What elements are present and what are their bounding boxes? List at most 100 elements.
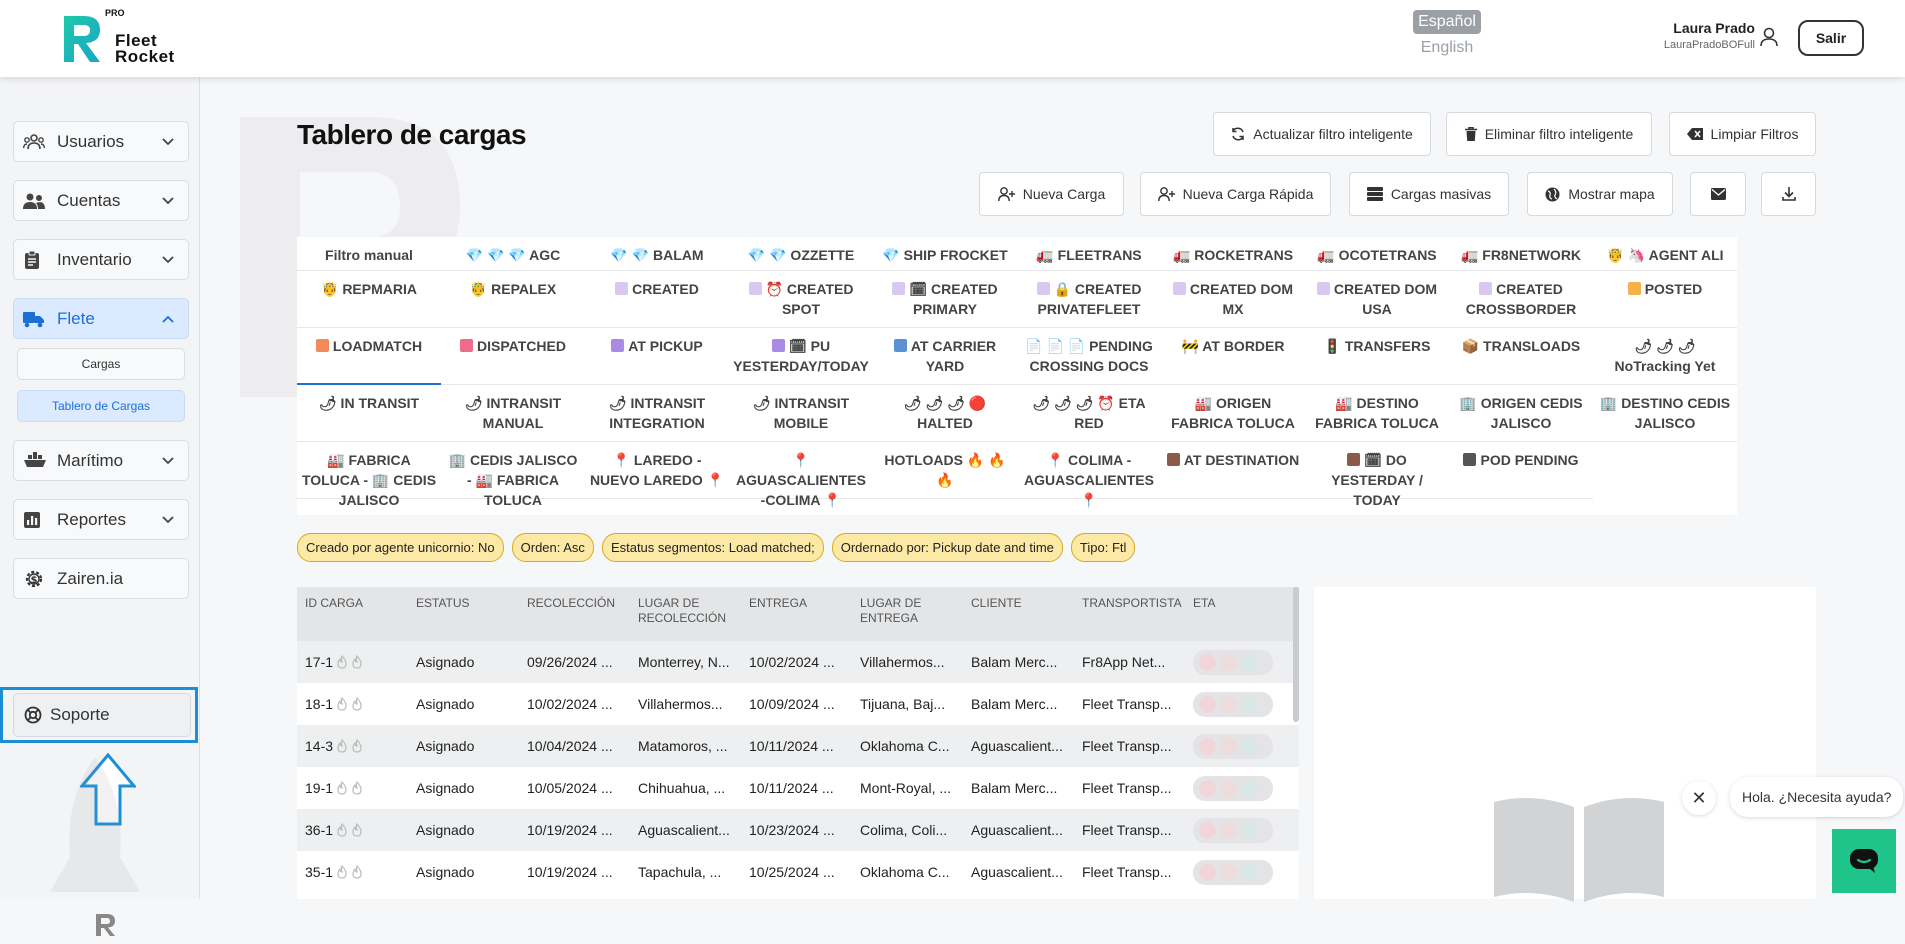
flame-icon[interactable] <box>351 780 363 795</box>
filter-chip[interactable]: 🤴 REPMARIA <box>297 271 441 328</box>
flame-icon[interactable] <box>336 822 348 837</box>
flame-icon[interactable] <box>336 780 348 795</box>
filter-chip[interactable]: 🚦 TRANSFERS <box>1305 328 1449 385</box>
flame-icon[interactable] <box>351 822 363 837</box>
filter-chip[interactable]: CREATED CROSSBORDER <box>1449 271 1593 328</box>
filter-chip[interactable]: CREATED DOM MX <box>1161 271 1305 328</box>
sidebar-item-reportes[interactable]: Reportes <box>13 499 189 540</box>
download-button[interactable] <box>1761 172 1816 216</box>
filter-chip[interactable]: CREATED <box>585 271 729 328</box>
filter-chip[interactable]: 🗓 PU YESTERDAY/TODAY <box>729 328 873 385</box>
filter-chip[interactable]: 🗓 CREATED PRIMARY <box>873 271 1017 328</box>
filter-tag[interactable]: Ordernado por: Pickup date and time <box>831 533 1063 562</box>
sidebar-item-usuarios[interactable]: Usuarios <box>13 121 189 162</box>
filter-chip[interactable]: AT DESTINATION <box>1161 442 1305 499</box>
filter-tag[interactable]: Estatus segmentos: Load matched; <box>601 533 824 562</box>
table-row[interactable]: 36-1 Asignado 10/19/2024 ... Aguascalient..… <box>297 809 1299 851</box>
sidebar-item-flete[interactable]: Flete <box>13 298 189 339</box>
bulk-loads-button[interactable]: Cargas masivas <box>1349 172 1509 216</box>
filter-chip[interactable]: AT CARRIER YARD <box>873 328 1017 385</box>
filter-chip[interactable]: 💎 💎 💎 AGC <box>441 237 585 271</box>
table-row[interactable]: 14-3 Asignado 10/04/2024 ... Matamoros, ...… <box>297 725 1299 767</box>
column-header[interactable]: LUGAR DE RECOLECCIÓN <box>630 587 741 641</box>
fleet-rocket-logo[interactable]: PRO Fleet Rocket <box>60 8 190 68</box>
email-button[interactable] <box>1690 172 1746 216</box>
filter-chip[interactable]: 🚛 FR8NETWORK <box>1449 237 1593 271</box>
column-header[interactable]: RECOLECCIÓN <box>519 587 630 641</box>
refresh-smart-filter-button[interactable]: Actualizar filtro inteligente <box>1213 112 1431 156</box>
sidebar-item-zairen-ia[interactable]: $ Zairen.ia <box>13 558 189 599</box>
filter-chip[interactable]: 🏢 ORIGEN CEDIS JALISCO <box>1449 385 1593 442</box>
column-header[interactable]: LUGAR DE ENTREGA <box>852 587 963 641</box>
column-header[interactable]: ENTREGA <box>741 587 852 641</box>
new-quick-load-button[interactable]: Nueva Carga Rápida <box>1140 172 1331 216</box>
sidebar-item-soporte[interactable]: Soporte <box>13 693 191 737</box>
chat-close-button[interactable]: ✕ <box>1682 781 1716 815</box>
sidebar-item-maritimo[interactable]: Marítimo <box>13 440 189 481</box>
show-map-button[interactable]: Mostrar mapa <box>1527 172 1673 216</box>
chat-greeting-bubble[interactable]: Hola. ¿Necesita ayuda? <box>1730 777 1904 817</box>
table-row[interactable]: 19-1 Asignado 10/05/2024 ... Chihuahua, ...… <box>297 767 1299 809</box>
filter-chip[interactable]: DISPATCHED <box>441 328 585 385</box>
filter-chip[interactable]: POD PENDING <box>1449 442 1593 499</box>
filter-chip[interactable]: 🤴 🦄 AGENT ALI <box>1593 237 1737 271</box>
column-header[interactable]: ID CARGA <box>297 587 408 641</box>
logout-button[interactable]: Salir <box>1798 20 1864 56</box>
flame-icon[interactable] <box>336 738 348 753</box>
filter-chip[interactable]: 🔒 CREATED PRIVATEFLEET <box>1017 271 1161 328</box>
filter-chip[interactable]: 🌶 INTRANSIT MANUAL <box>441 385 585 442</box>
sidebar-item-inventario[interactable]: Inventario <box>13 239 189 280</box>
filter-chip[interactable]: 📄 📄 📄 PENDING CROSSING DOCS <box>1017 328 1161 385</box>
filter-chip[interactable]: 🤴 REPALEX <box>441 271 585 328</box>
filter-tag[interactable]: Tipo: Ftl <box>1070 533 1136 562</box>
column-header[interactable]: CLIENTE <box>963 587 1074 641</box>
filter-chip[interactable]: 🚛 OCOTETRANS <box>1305 237 1449 271</box>
filter-chip[interactable]: Filtro manual <box>297 237 441 271</box>
filter-chip[interactable]: 💎 💎 OZZETTE <box>729 237 873 271</box>
flame-icon[interactable] <box>351 696 363 711</box>
filter-chip[interactable]: 🏭 FABRICA TOLUCA - 🏢 CEDIS JALISCO <box>297 442 441 508</box>
filter-chip[interactable]: POSTED <box>1593 271 1737 328</box>
lang-option-es[interactable]: Español <box>1413 10 1481 34</box>
filter-chip[interactable]: ⏰ CREATED SPOT <box>729 271 873 328</box>
filter-chip[interactable]: 📦 TRANSLOADS <box>1449 328 1593 385</box>
filter-chip[interactable]: 🌶 🌶 🌶 ⏰ ETA RED <box>1017 385 1161 442</box>
column-header[interactable]: ETA <box>1185 587 1296 641</box>
filter-tag[interactable]: Orden: Asc <box>511 533 594 562</box>
filter-chip[interactable]: HOTLOADS 🔥 🔥 🔥 <box>873 442 1017 499</box>
table-row[interactable]: 35-1 Asignado 10/19/2024 ... Tapachula, ...… <box>297 851 1299 893</box>
flame-icon[interactable] <box>351 864 363 879</box>
filter-chip[interactable]: 💎 SHIP FROCKET <box>873 237 1017 271</box>
filter-chip[interactable]: 🗓 DO YESTERDAY / TODAY <box>1305 442 1449 508</box>
new-load-button[interactable]: Nueva Carga <box>979 172 1124 216</box>
filter-chip[interactable]: AT PICKUP <box>585 328 729 385</box>
flame-icon[interactable] <box>336 654 348 669</box>
filter-tag[interactable]: Creado por agente unicornio: No <box>297 533 504 562</box>
flame-icon[interactable] <box>351 738 363 753</box>
column-header[interactable]: TRANSPORTISTA <box>1074 587 1185 641</box>
chat-launcher-button[interactable] <box>1832 829 1896 893</box>
filter-chip[interactable]: 🏭 ORIGEN FABRICA TOLUCA <box>1161 385 1305 442</box>
filter-chip[interactable]: 🏢 CEDIS JALISCO - 🏭 FABRICA TOLUCA <box>441 442 585 508</box>
flame-icon[interactable] <box>351 654 363 669</box>
filter-chip[interactable]: 🌶 🌶 🌶 NoTracking Yet <box>1593 328 1737 385</box>
filter-chip[interactable]: 🚛 FLEETRANS <box>1017 237 1161 271</box>
filter-chip[interactable]: 🚧 AT BORDER <box>1161 328 1305 385</box>
user-profile-icon[interactable] <box>1760 27 1778 47</box>
filter-chip[interactable]: 📍 LAREDO - NUEVO LAREDO 📍 <box>585 442 729 499</box>
filter-chip[interactable]: 🌶 INTRANSIT INTEGRATION <box>585 385 729 442</box>
filter-chip[interactable]: 🏭 DESTINO FABRICA TOLUCA <box>1305 385 1449 442</box>
filter-chip[interactable]: 💎 💎 BALAM <box>585 237 729 271</box>
table-row[interactable]: 18-1 Asignado 10/02/2024 ... Villahermos...… <box>297 683 1299 725</box>
sidebar-subitem-cargas[interactable]: Cargas <box>17 348 185 380</box>
filter-chip[interactable]: CREATED DOM USA <box>1305 271 1449 328</box>
flame-icon[interactable] <box>336 696 348 711</box>
filter-chip[interactable]: 🏢 DESTINO CEDIS JALISCO <box>1593 385 1737 442</box>
filter-chip[interactable]: 🌶 🌶 🌶 🔴 HALTED <box>873 385 1017 442</box>
lang-option-en[interactable]: English <box>1413 39 1481 57</box>
filter-chip[interactable]: LOADMATCH <box>297 328 441 385</box>
table-scrollbar[interactable] <box>1293 587 1299 722</box>
delete-smart-filter-button[interactable]: Eliminar filtro inteligente <box>1446 112 1652 156</box>
filter-chip[interactable]: 📍 AGUASCALIENTES -COLIMA 📍 <box>729 442 873 508</box>
filter-chip[interactable]: 📍 COLIMA - AGUASCALIENTES 📍 <box>1017 442 1161 508</box>
